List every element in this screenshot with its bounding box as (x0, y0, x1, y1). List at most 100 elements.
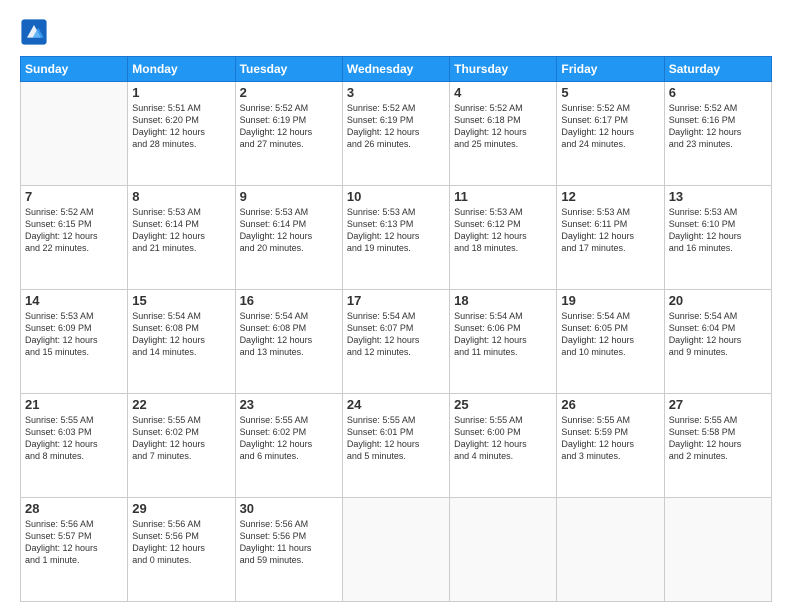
day-info: Sunrise: 5:52 AM Sunset: 6:15 PM Dayligh… (25, 206, 123, 255)
calendar-day-header: Saturday (664, 57, 771, 82)
day-number: 27 (669, 397, 767, 412)
calendar-cell: 15 Sunrise: 5:54 AM Sunset: 6:08 PM Dayli… (128, 290, 235, 394)
day-number: 25 (454, 397, 552, 412)
day-number: 14 (25, 293, 123, 308)
logo-icon (20, 18, 48, 46)
calendar-cell: 9 Sunrise: 5:53 AM Sunset: 6:14 PM Daylig… (235, 186, 342, 290)
day-info: Sunrise: 5:55 AM Sunset: 6:00 PM Dayligh… (454, 414, 552, 463)
day-number: 4 (454, 85, 552, 100)
calendar-cell: 25 Sunrise: 5:55 AM Sunset: 6:00 PM Dayli… (450, 394, 557, 498)
day-number: 10 (347, 189, 445, 204)
day-info: Sunrise: 5:55 AM Sunset: 5:59 PM Dayligh… (561, 414, 659, 463)
calendar-cell: 30 Sunrise: 5:56 AM Sunset: 5:56 PM Dayli… (235, 498, 342, 602)
calendar-week-row: 14 Sunrise: 5:53 AM Sunset: 6:09 PM Dayli… (21, 290, 772, 394)
calendar-cell: 4 Sunrise: 5:52 AM Sunset: 6:18 PM Daylig… (450, 82, 557, 186)
calendar-cell: 13 Sunrise: 5:53 AM Sunset: 6:10 PM Dayli… (664, 186, 771, 290)
calendar-cell: 21 Sunrise: 5:55 AM Sunset: 6:03 PM Dayli… (21, 394, 128, 498)
day-info: Sunrise: 5:53 AM Sunset: 6:14 PM Dayligh… (240, 206, 338, 255)
day-info: Sunrise: 5:55 AM Sunset: 6:03 PM Dayligh… (25, 414, 123, 463)
day-number: 3 (347, 85, 445, 100)
day-info: Sunrise: 5:55 AM Sunset: 5:58 PM Dayligh… (669, 414, 767, 463)
calendar-cell: 29Sunrise: 5:56 AM Sunset: 5:56 PM Dayli… (128, 498, 235, 602)
day-number: 15 (132, 293, 230, 308)
day-number: 1 (132, 85, 230, 100)
calendar-cell: 7 Sunrise: 5:52 AM Sunset: 6:15 PM Daylig… (21, 186, 128, 290)
day-number: 2 (240, 85, 338, 100)
calendar-table: SundayMondayTuesdayWednesdayThursdayFrid… (20, 56, 772, 602)
calendar-cell: 19 Sunrise: 5:54 AM Sunset: 6:05 PM Dayli… (557, 290, 664, 394)
day-info: Sunrise: 5:54 AM Sunset: 6:06 PM Dayligh… (454, 310, 552, 359)
calendar-week-row: 21 Sunrise: 5:55 AM Sunset: 6:03 PM Dayli… (21, 394, 772, 498)
page: SundayMondayTuesdayWednesdayThursdayFrid… (0, 0, 792, 612)
calendar-cell: 23 Sunrise: 5:55 AM Sunset: 6:02 PM Dayli… (235, 394, 342, 498)
day-info: Sunrise: 5:56 AM Sunset: 5:56 PM Dayligh… (132, 518, 230, 567)
day-info: Sunrise: 5:55 AM Sunset: 6:02 PM Dayligh… (240, 414, 338, 463)
day-info: Sunrise: 5:54 AM Sunset: 6:08 PM Dayligh… (132, 310, 230, 359)
day-info: Sunrise: 5:54 AM Sunset: 6:08 PM Dayligh… (240, 310, 338, 359)
calendar-week-row: 28Sunrise: 5:56 AM Sunset: 5:57 PM Dayli… (21, 498, 772, 602)
day-info: Sunrise: 5:53 AM Sunset: 6:10 PM Dayligh… (669, 206, 767, 255)
header (20, 18, 772, 46)
day-info: Sunrise: 5:53 AM Sunset: 6:13 PM Dayligh… (347, 206, 445, 255)
calendar-cell: 1Sunrise: 5:51 AM Sunset: 6:20 PM Daylig… (128, 82, 235, 186)
calendar-cell: 22Sunrise: 5:55 AM Sunset: 6:02 PM Dayli… (128, 394, 235, 498)
day-number: 5 (561, 85, 659, 100)
calendar-cell: 5 Sunrise: 5:52 AM Sunset: 6:17 PM Daylig… (557, 82, 664, 186)
day-info: Sunrise: 5:52 AM Sunset: 6:17 PM Dayligh… (561, 102, 659, 151)
calendar-cell: 16 Sunrise: 5:54 AM Sunset: 6:08 PM Dayli… (235, 290, 342, 394)
calendar-header-row: SundayMondayTuesdayWednesdayThursdayFrid… (21, 57, 772, 82)
day-number: 24 (347, 397, 445, 412)
calendar-cell: 2 Sunrise: 5:52 AM Sunset: 6:19 PM Daylig… (235, 82, 342, 186)
day-info: Sunrise: 5:54 AM Sunset: 6:07 PM Dayligh… (347, 310, 445, 359)
day-number: 20 (669, 293, 767, 308)
calendar-day-header: Wednesday (342, 57, 449, 82)
day-number: 13 (669, 189, 767, 204)
day-number: 11 (454, 189, 552, 204)
day-number: 22 (132, 397, 230, 412)
day-info: Sunrise: 5:52 AM Sunset: 6:19 PM Dayligh… (347, 102, 445, 151)
calendar-cell: 26Sunrise: 5:55 AM Sunset: 5:59 PM Dayli… (557, 394, 664, 498)
day-number: 23 (240, 397, 338, 412)
calendar-cell: 11 Sunrise: 5:53 AM Sunset: 6:12 PM Dayli… (450, 186, 557, 290)
logo (20, 18, 52, 46)
calendar-cell (557, 498, 664, 602)
day-number: 8 (132, 189, 230, 204)
calendar-cell: 18 Sunrise: 5:54 AM Sunset: 6:06 PM Dayli… (450, 290, 557, 394)
calendar-day-header: Thursday (450, 57, 557, 82)
day-info: Sunrise: 5:54 AM Sunset: 6:04 PM Dayligh… (669, 310, 767, 359)
day-info: Sunrise: 5:53 AM Sunset: 6:14 PM Dayligh… (132, 206, 230, 255)
day-number: 12 (561, 189, 659, 204)
day-info: Sunrise: 5:52 AM Sunset: 6:19 PM Dayligh… (240, 102, 338, 151)
day-info: Sunrise: 5:56 AM Sunset: 5:56 PM Dayligh… (240, 518, 338, 567)
day-info: Sunrise: 5:53 AM Sunset: 6:09 PM Dayligh… (25, 310, 123, 359)
day-number: 30 (240, 501, 338, 516)
day-number: 19 (561, 293, 659, 308)
calendar-cell: 8 Sunrise: 5:53 AM Sunset: 6:14 PM Daylig… (128, 186, 235, 290)
calendar-cell: 12 Sunrise: 5:53 AM Sunset: 6:11 PM Dayli… (557, 186, 664, 290)
day-number: 21 (25, 397, 123, 412)
day-info: Sunrise: 5:54 AM Sunset: 6:05 PM Dayligh… (561, 310, 659, 359)
calendar-cell: 6 Sunrise: 5:52 AM Sunset: 6:16 PM Daylig… (664, 82, 771, 186)
calendar-day-header: Tuesday (235, 57, 342, 82)
day-info: Sunrise: 5:52 AM Sunset: 6:18 PM Dayligh… (454, 102, 552, 151)
day-number: 6 (669, 85, 767, 100)
calendar-cell: 3 Sunrise: 5:52 AM Sunset: 6:19 PM Daylig… (342, 82, 449, 186)
calendar-cell: 28Sunrise: 5:56 AM Sunset: 5:57 PM Dayli… (21, 498, 128, 602)
calendar-day-header: Monday (128, 57, 235, 82)
day-number: 18 (454, 293, 552, 308)
day-number: 9 (240, 189, 338, 204)
calendar-cell: 17Sunrise: 5:54 AM Sunset: 6:07 PM Dayli… (342, 290, 449, 394)
calendar-day-header: Friday (557, 57, 664, 82)
calendar-cell: 10 Sunrise: 5:53 AM Sunset: 6:13 PM Dayli… (342, 186, 449, 290)
day-number: 16 (240, 293, 338, 308)
calendar-week-row: 1Sunrise: 5:51 AM Sunset: 6:20 PM Daylig… (21, 82, 772, 186)
calendar-cell (342, 498, 449, 602)
day-info: Sunrise: 5:53 AM Sunset: 6:11 PM Dayligh… (561, 206, 659, 255)
calendar-cell: 24Sunrise: 5:55 AM Sunset: 6:01 PM Dayli… (342, 394, 449, 498)
day-number: 7 (25, 189, 123, 204)
calendar-cell (21, 82, 128, 186)
calendar-cell: 14 Sunrise: 5:53 AM Sunset: 6:09 PM Dayli… (21, 290, 128, 394)
day-info: Sunrise: 5:52 AM Sunset: 6:16 PM Dayligh… (669, 102, 767, 151)
calendar-cell (450, 498, 557, 602)
day-info: Sunrise: 5:53 AM Sunset: 6:12 PM Dayligh… (454, 206, 552, 255)
